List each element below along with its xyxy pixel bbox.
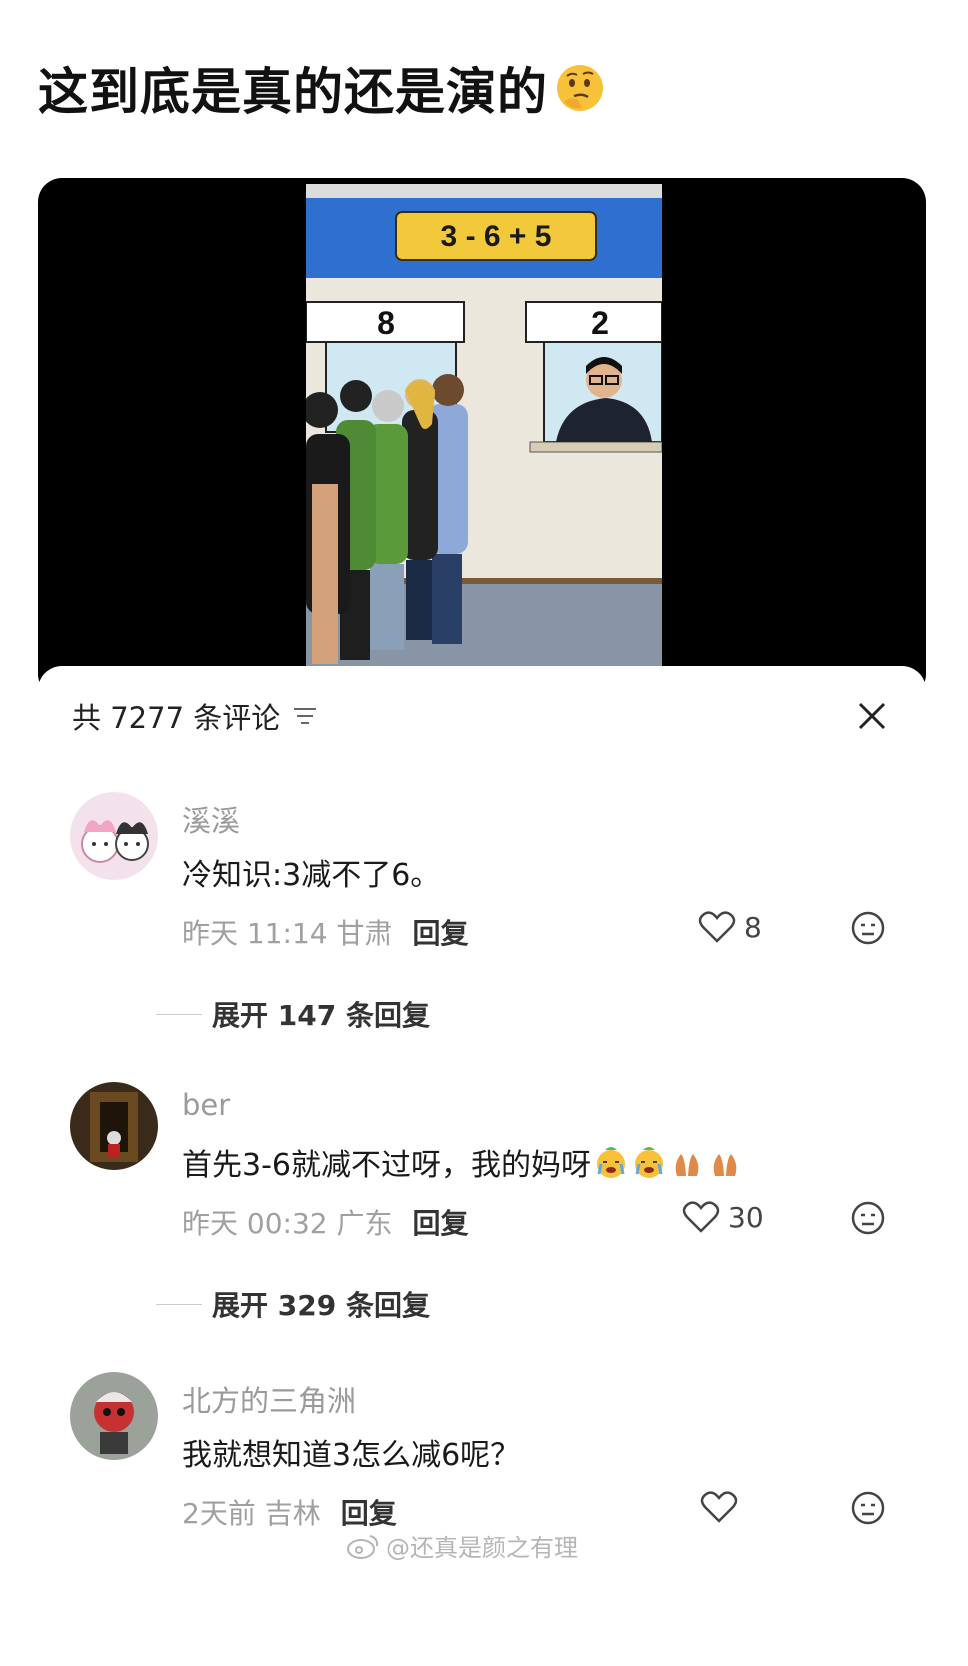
crying-face-icon bbox=[635, 1147, 663, 1178]
comment-item: ber 首先3-6就减不过呀，我的妈呀 昨天 00:32 广东 回复 30 展开… bbox=[38, 1082, 926, 1332]
heart-icon bbox=[682, 1201, 720, 1233]
comment-item: 溪溪 冷知识:3减不了6。 昨天 11:14 甘肃 回复 8 展开 147 条回… bbox=[38, 792, 926, 1042]
equation-sign: 3 - 6 + 5 bbox=[441, 220, 552, 253]
comment-text: 首先3-6就减不过呀，我的妈呀 bbox=[182, 1140, 743, 1184]
comment-time-location: 昨天 11:14 甘肃 bbox=[182, 917, 393, 950]
comments-panel: 共 7277 条评论 溪溪 冷知识:3减不了6。 昨天 11:14 甘肃 回复 … bbox=[38, 666, 926, 1666]
comment-meta: 2天前 吉林 回复 bbox=[182, 1492, 397, 1532]
comment-time-location: 昨天 00:32 广东 bbox=[182, 1207, 393, 1240]
heart-icon bbox=[698, 911, 736, 943]
avatar[interactable] bbox=[70, 792, 158, 880]
comment-meta: 昨天 00:32 广东 回复 bbox=[182, 1202, 469, 1242]
divider-line bbox=[156, 1303, 202, 1305]
close-icon bbox=[858, 702, 886, 730]
expand-replies-button[interactable]: 展开 147 条回复 bbox=[156, 994, 430, 1034]
divider-line bbox=[156, 1013, 202, 1015]
left-counter-number: 8 bbox=[377, 305, 395, 341]
praying-hands-icon bbox=[675, 1154, 699, 1176]
like-button[interactable] bbox=[700, 1490, 746, 1524]
heart-icon bbox=[700, 1491, 738, 1523]
thinking-face-icon bbox=[557, 65, 603, 111]
like-count: 8 bbox=[744, 910, 762, 944]
post-title-text: 这到底是真的还是演的 bbox=[38, 63, 548, 121]
praying-hands-icon bbox=[713, 1154, 737, 1176]
username[interactable]: 溪溪 bbox=[182, 798, 240, 840]
emoji-reaction-icon[interactable] bbox=[850, 910, 886, 946]
watermark: @还真是颜之有理 bbox=[346, 1528, 578, 1563]
expand-replies-label: 展开 329 条回复 bbox=[212, 1289, 430, 1322]
username[interactable]: ber bbox=[182, 1088, 230, 1122]
right-counter-number: 2 bbox=[591, 305, 609, 341]
post-title: 这到底是真的还是演的 bbox=[38, 52, 606, 124]
comment-meta: 昨天 11:14 甘肃 回复 bbox=[182, 912, 469, 952]
reply-button[interactable]: 回复 bbox=[413, 1202, 469, 1242]
comment-count: 共 7277 条评论 bbox=[72, 701, 281, 735]
expand-replies-label: 展开 147 条回复 bbox=[212, 999, 430, 1032]
expand-replies-button[interactable]: 展开 329 条回复 bbox=[156, 1284, 430, 1324]
comment-text: 我就想知道3怎么减6呢？ bbox=[182, 1438, 521, 1473]
queue-people bbox=[306, 374, 468, 664]
watermark-text: @还真是颜之有理 bbox=[386, 1534, 578, 1562]
video-frame: 3 - 6 + 5 8 2 bbox=[306, 184, 662, 670]
comments-header: 共 7277 条评论 bbox=[72, 696, 318, 736]
reply-button[interactable]: 回复 bbox=[341, 1492, 397, 1532]
filter-sort-icon[interactable] bbox=[292, 705, 318, 727]
avatar[interactable] bbox=[70, 1372, 158, 1460]
comment-text: 冷知识:3减不了6。 bbox=[182, 858, 441, 893]
crying-face-icon bbox=[597, 1147, 625, 1178]
comment-time-location: 2天前 吉林 bbox=[182, 1497, 321, 1530]
like-button[interactable]: 30 bbox=[682, 1200, 764, 1234]
avatar[interactable] bbox=[70, 1082, 158, 1170]
like-count: 30 bbox=[728, 1200, 764, 1234]
like-button[interactable]: 8 bbox=[698, 910, 762, 944]
weibo-logo-icon bbox=[347, 1534, 379, 1559]
emoji-reaction-icon[interactable] bbox=[850, 1490, 886, 1526]
comment-text-content: 首先3-6就减不过呀，我的妈呀 bbox=[182, 1148, 591, 1183]
emoji-reaction-icon[interactable] bbox=[850, 1200, 886, 1236]
username[interactable]: 北方的三角洲 bbox=[182, 1378, 356, 1420]
video-player[interactable]: 3 - 6 + 5 8 2 bbox=[38, 178, 926, 698]
reply-button[interactable]: 回复 bbox=[413, 912, 469, 952]
close-button[interactable] bbox=[852, 696, 892, 736]
